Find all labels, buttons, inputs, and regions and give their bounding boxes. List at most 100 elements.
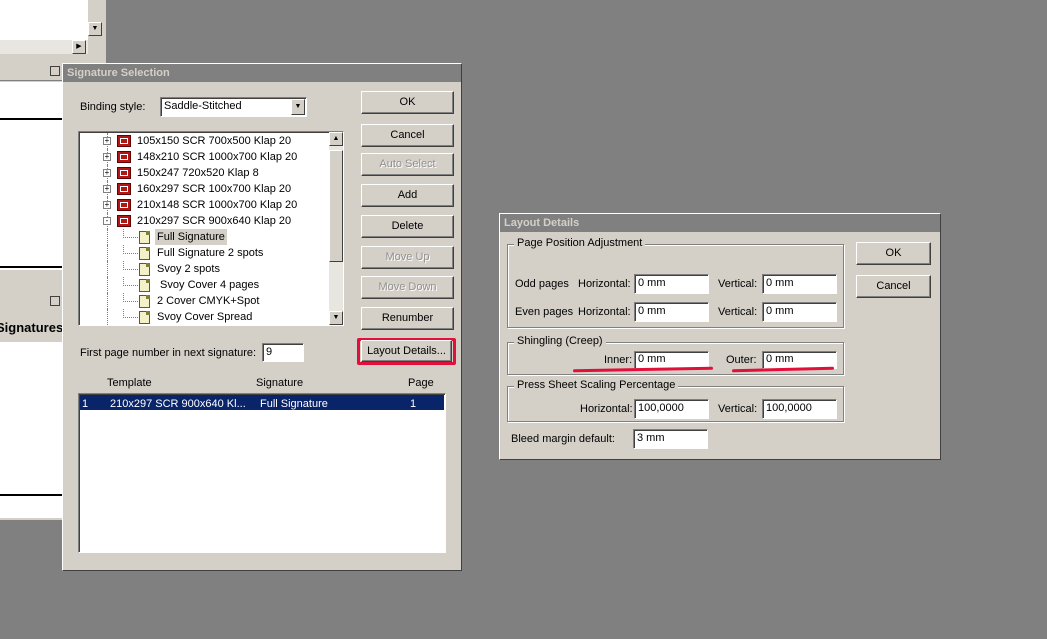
tree-connector <box>123 277 138 286</box>
ok-button[interactable]: OK <box>361 91 454 114</box>
scroll-down-arrow[interactable]: ▼ <box>88 22 102 36</box>
tree-signature-item[interactable]: Svoy Cover Spread <box>79 309 329 325</box>
tree-connector <box>123 245 138 254</box>
tree-template-item[interactable]: - 210x297 SCR 900x640 Klap 20 <box>79 213 329 229</box>
tree-signature-item[interactable]: Svoy 2 spots <box>79 261 329 277</box>
move-up-button[interactable]: Move Up <box>361 246 454 269</box>
signature-page-icon <box>139 279 150 292</box>
tree-item-label: 150x247 720x520 Klap 8 <box>137 167 259 179</box>
signature-table[interactable]: 1 210x297 SCR 900x640 Kl... Full Signatu… <box>78 393 446 553</box>
odd-horizontal-input[interactable]: 0 mm <box>634 274 709 294</box>
background-white-area <box>0 82 64 270</box>
row-index: 1 <box>82 398 89 410</box>
cancel-button[interactable]: Cancel <box>361 124 454 147</box>
tree-scrollbar[interactable]: ▲ ▼ <box>329 132 343 325</box>
scale-vertical-input[interactable]: 100,0000 <box>762 399 837 419</box>
horizontal-label: Horizontal: <box>578 306 631 318</box>
vertical-label: Vertical: <box>718 306 758 318</box>
shingling-group: Shingling (Creep) Inner: 0 mm Outer: 0 m… <box>507 335 844 375</box>
tree-signature-item[interactable]: Full Signature <box>79 229 329 245</box>
cancel-button[interactable]: Cancel <box>856 275 931 298</box>
row-template: 210x297 SCR 900x640 Kl... <box>110 398 246 410</box>
inner-label: Inner: <box>604 354 633 366</box>
background-line <box>0 494 64 496</box>
renumber-button[interactable]: Renumber <box>361 307 454 330</box>
binding-style-select[interactable]: Saddle-Stitched ▼ <box>160 97 307 117</box>
expand-icon[interactable]: + <box>103 169 111 177</box>
column-page: Page <box>408 377 434 389</box>
expand-icon[interactable]: + <box>103 137 111 145</box>
signature-template-icon <box>117 199 131 211</box>
tree-rows: +105x150 SCR 700x500 Klap 20 +148x210 SCR… <box>79 132 329 325</box>
tree-template-item[interactable]: +210x148 SCR 1000x700 Klap 20 <box>79 197 329 213</box>
expand-icon[interactable]: + <box>103 201 111 209</box>
move-down-button[interactable]: Move Down <box>361 276 454 299</box>
tree-connector <box>107 293 108 309</box>
outer-label: Outer: <box>726 354 757 366</box>
vertical-label: Vertical: <box>718 403 758 415</box>
signature-template-icon <box>117 151 131 163</box>
tree-item-label: 160x297 SCR 100x700 Klap 20 <box>137 183 292 195</box>
signature-page-icon <box>139 311 150 324</box>
signature-template-icon <box>117 183 131 195</box>
bleed-margin-label: Bleed margin default: <box>511 433 615 445</box>
scroll-right-arrow[interactable]: ▶ <box>72 40 86 54</box>
tree-template-item[interactable]: +150x247 720x520 Klap 8 <box>79 165 329 181</box>
tree-connector <box>123 293 138 302</box>
scroll-up-arrow[interactable]: ▲ <box>329 132 343 146</box>
tree-template-item[interactable]: +148x210 SCR 1000x700 Klap 20 <box>79 149 329 165</box>
tree-item-label: 210x297 SCR 900x640 Klap 20 <box>137 215 292 227</box>
dialog-title-bar: Signature Selection <box>63 64 461 82</box>
odd-vertical-input[interactable]: 0 mm <box>762 274 837 294</box>
signature-page-icon <box>139 295 150 308</box>
tree-signature-item[interactable]: Full Signature 2 spots <box>79 245 329 261</box>
signature-page-icon <box>139 231 150 244</box>
tree-item-label: Svoy Cover Spread <box>157 311 253 323</box>
expand-icon[interactable]: + <box>103 153 111 161</box>
tree-template-item[interactable]: +160x297 SCR 100x700 Klap 20 <box>79 181 329 197</box>
even-vertical-input[interactable]: 0 mm <box>762 302 837 322</box>
background-white-area-top <box>0 0 88 40</box>
minimize-icon[interactable] <box>50 66 60 76</box>
expand-icon[interactable]: + <box>103 185 111 193</box>
tree-signature-item[interactable]: Svoy Cover 4 pages <box>79 277 329 293</box>
background-line <box>0 266 64 268</box>
scroll-down-arrow[interactable]: ▼ <box>329 311 343 325</box>
scroll-thumb[interactable] <box>329 150 343 262</box>
highlight-underline <box>731 366 835 373</box>
bleed-margin-input[interactable]: 3 mm <box>633 429 708 449</box>
signature-selection-dialog: Signature Selection Binding style: Saddl… <box>62 63 462 571</box>
page-position-group: Page Position Adjustment Odd pages Horiz… <box>507 237 844 328</box>
dialog-title-bar: Layout Details <box>500 214 940 232</box>
tree-connector <box>123 309 138 318</box>
even-pages-label: Even pages <box>515 306 574 318</box>
tree-item-label: 148x210 SCR 1000x700 Klap 20 <box>137 151 298 163</box>
auto-select-button[interactable]: Auto Select <box>361 153 454 176</box>
signature-template-icon <box>117 167 131 179</box>
tree-template-item[interactable]: +105x150 SCR 700x500 Klap 20 <box>79 133 329 149</box>
row-signature: Full Signature <box>260 398 328 410</box>
layout-details-button[interactable]: Layout Details... <box>361 340 452 362</box>
delete-button[interactable]: Delete <box>361 215 454 238</box>
add-button[interactable]: Add <box>361 184 454 207</box>
chevron-down-icon[interactable]: ▼ <box>291 99 305 115</box>
table-row[interactable]: 1 210x297 SCR 900x640 Kl... Full Signatu… <box>80 395 444 410</box>
vertical-label: Vertical: <box>718 278 758 290</box>
signature-table-header: Template Signature Page <box>78 376 446 392</box>
group-title: Shingling (Creep) <box>514 335 606 347</box>
scale-horizontal-input[interactable]: 100,0000 <box>634 399 709 419</box>
dialog-title: Signature Selection <box>67 67 170 79</box>
signature-tree[interactable]: +105x150 SCR 700x500 Klap 20 +148x210 SCR… <box>78 131 344 326</box>
binding-style-label: Binding style: <box>80 101 146 113</box>
collapse-icon[interactable]: - <box>103 217 111 225</box>
tree-connector <box>123 261 138 270</box>
tree-connector <box>123 229 138 238</box>
horizontal-label: Horizontal: <box>578 278 631 290</box>
first-page-input[interactable]: 9 <box>262 343 304 362</box>
ok-button[interactable]: OK <box>856 242 931 265</box>
tree-item-label: Full Signature 2 spots <box>157 247 264 259</box>
minimize-icon[interactable] <box>50 296 60 306</box>
tree-signature-item[interactable]: 2 Cover CMYK+Spot <box>79 293 329 309</box>
group-title: Press Sheet Scaling Percentage <box>514 379 679 391</box>
even-horizontal-input[interactable]: 0 mm <box>634 302 709 322</box>
